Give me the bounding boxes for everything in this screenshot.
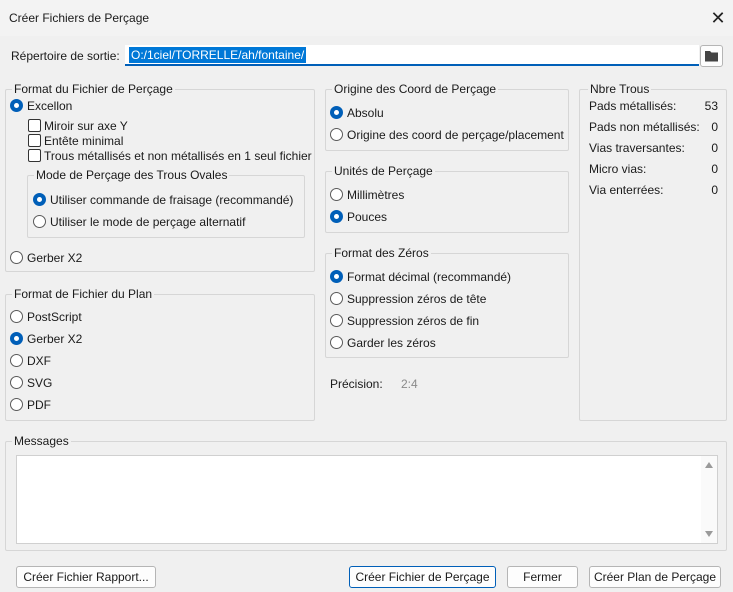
micro-vias-label: Micro vias:: [589, 162, 647, 176]
origin-aux-label: Origine des coord de perçage/placement: [347, 128, 564, 142]
origin-absolute-label: Absolu: [347, 106, 384, 120]
holes-count-title: Nbre Trous: [588, 82, 652, 96]
zeros-suppress-trailing-label: Suppression zéros de fin: [347, 314, 480, 328]
close-button[interactable]: Fermer: [507, 566, 578, 588]
units-inch-radio[interactable]: [330, 210, 343, 223]
through-vias-count: 0: [711, 141, 718, 155]
merge-pth-checkbox[interactable]: [28, 149, 41, 162]
precision-value: 2:4: [401, 377, 418, 391]
map-dxf-radio[interactable]: [10, 354, 23, 367]
route-command-label: Utiliser commande de fraisage (recommand…: [50, 193, 294, 207]
close-icon[interactable]: ✕: [708, 8, 728, 28]
map-pdf-label: PDF: [27, 398, 51, 412]
map-svg-radio[interactable]: [10, 376, 23, 389]
buried-vias-label: Via enterrées:: [589, 183, 664, 197]
zeros-decimal-radio[interactable]: [330, 270, 343, 283]
holes-count-group: [579, 89, 727, 421]
map-gerber-x2-label: Gerber X2: [27, 332, 83, 346]
units-mm-radio[interactable]: [330, 188, 343, 201]
create-report-button[interactable]: Créer Fichier Rapport...: [16, 566, 156, 588]
alternate-drill-radio[interactable]: [33, 215, 46, 228]
map-svg-label: SVG: [27, 376, 53, 390]
units-mm-label: Millimètres: [347, 188, 405, 202]
map-format-title: Format de Fichier du Plan: [12, 287, 155, 301]
browse-folder-button[interactable]: [700, 45, 723, 67]
folder-icon: [705, 51, 718, 62]
units-title: Unités de Perçage: [332, 164, 435, 178]
map-postscript-radio[interactable]: [10, 310, 23, 323]
zeros-suppress-leading-radio[interactable]: [330, 292, 343, 305]
plated-pads-label: Pads métallisés:: [589, 99, 677, 113]
origin-absolute-radio[interactable]: [330, 106, 343, 119]
zeros-keep-label: Garder les zéros: [347, 336, 436, 350]
npth-pads-label: Pads non métallisés:: [589, 120, 700, 134]
zeros-keep-radio[interactable]: [330, 336, 343, 349]
mirror-y-checkbox[interactable]: [28, 119, 41, 132]
mirror-y-label: Miroir sur axe Y: [44, 119, 128, 133]
create-drill-map-button[interactable]: Créer Plan de Perçage: [589, 566, 721, 588]
map-dxf-label: DXF: [27, 354, 51, 368]
origin-title: Origine des Coord de Perçage: [332, 82, 499, 96]
excellon-radio[interactable]: [10, 99, 23, 112]
zeros-title: Format des Zéros: [332, 246, 431, 260]
npth-pads-count: 0: [711, 120, 718, 134]
messages-title: Messages: [12, 434, 71, 448]
map-pdf-radio[interactable]: [10, 398, 23, 411]
scroll-down-icon[interactable]: [705, 531, 713, 537]
buried-vias-count: 0: [711, 183, 718, 197]
map-postscript-label: PostScript: [27, 310, 82, 324]
window-title: Créer Fichiers de Perçage: [9, 11, 150, 25]
plated-pads-count: 53: [704, 99, 718, 113]
minimal-header-label: Entête minimal: [44, 134, 124, 148]
route-command-radio[interactable]: [33, 193, 46, 206]
output-dir-value: O:/1ciel/TORRELLE/ah/fontaine/: [129, 47, 307, 63]
map-gerber-x2-radio[interactable]: [10, 332, 23, 345]
merge-pth-label: Trous métallisés et non métallisés en 1 …: [44, 149, 312, 163]
output-dir-field[interactable]: O:/1ciel/TORRELLE/ah/fontaine/: [125, 45, 699, 66]
excellon-label: Excellon: [27, 99, 73, 113]
units-inch-label: Pouces: [347, 210, 388, 224]
drill-gerber-x2-label: Gerber X2: [27, 251, 83, 265]
output-dir-label: Répertoire de sortie:: [11, 49, 120, 63]
oval-mode-title: Mode de Perçage des Trous Ovales: [34, 168, 230, 182]
drill-gerber-x2-radio[interactable]: [10, 251, 23, 264]
zeros-suppress-trailing-radio[interactable]: [330, 314, 343, 327]
zeros-suppress-leading-label: Suppression zéros de tête: [347, 292, 487, 306]
micro-vias-count: 0: [711, 162, 718, 176]
create-drill-file-button[interactable]: Créer Fichier de Perçage: [349, 566, 496, 588]
messages-scrollbar[interactable]: [701, 456, 717, 543]
minimal-header-checkbox[interactable]: [28, 134, 41, 147]
through-vias-label: Vias traversantes:: [589, 141, 685, 155]
messages-textarea[interactable]: [16, 455, 718, 544]
alternate-drill-label: Utiliser le mode de perçage alternatif: [50, 215, 246, 229]
scroll-up-icon[interactable]: [705, 462, 713, 468]
zeros-decimal-label: Format décimal (recommandé): [347, 270, 512, 284]
precision-label: Précision:: [330, 377, 383, 391]
drill-format-title: Format du Fichier de Perçage: [12, 82, 175, 96]
origin-aux-radio[interactable]: [330, 128, 343, 141]
